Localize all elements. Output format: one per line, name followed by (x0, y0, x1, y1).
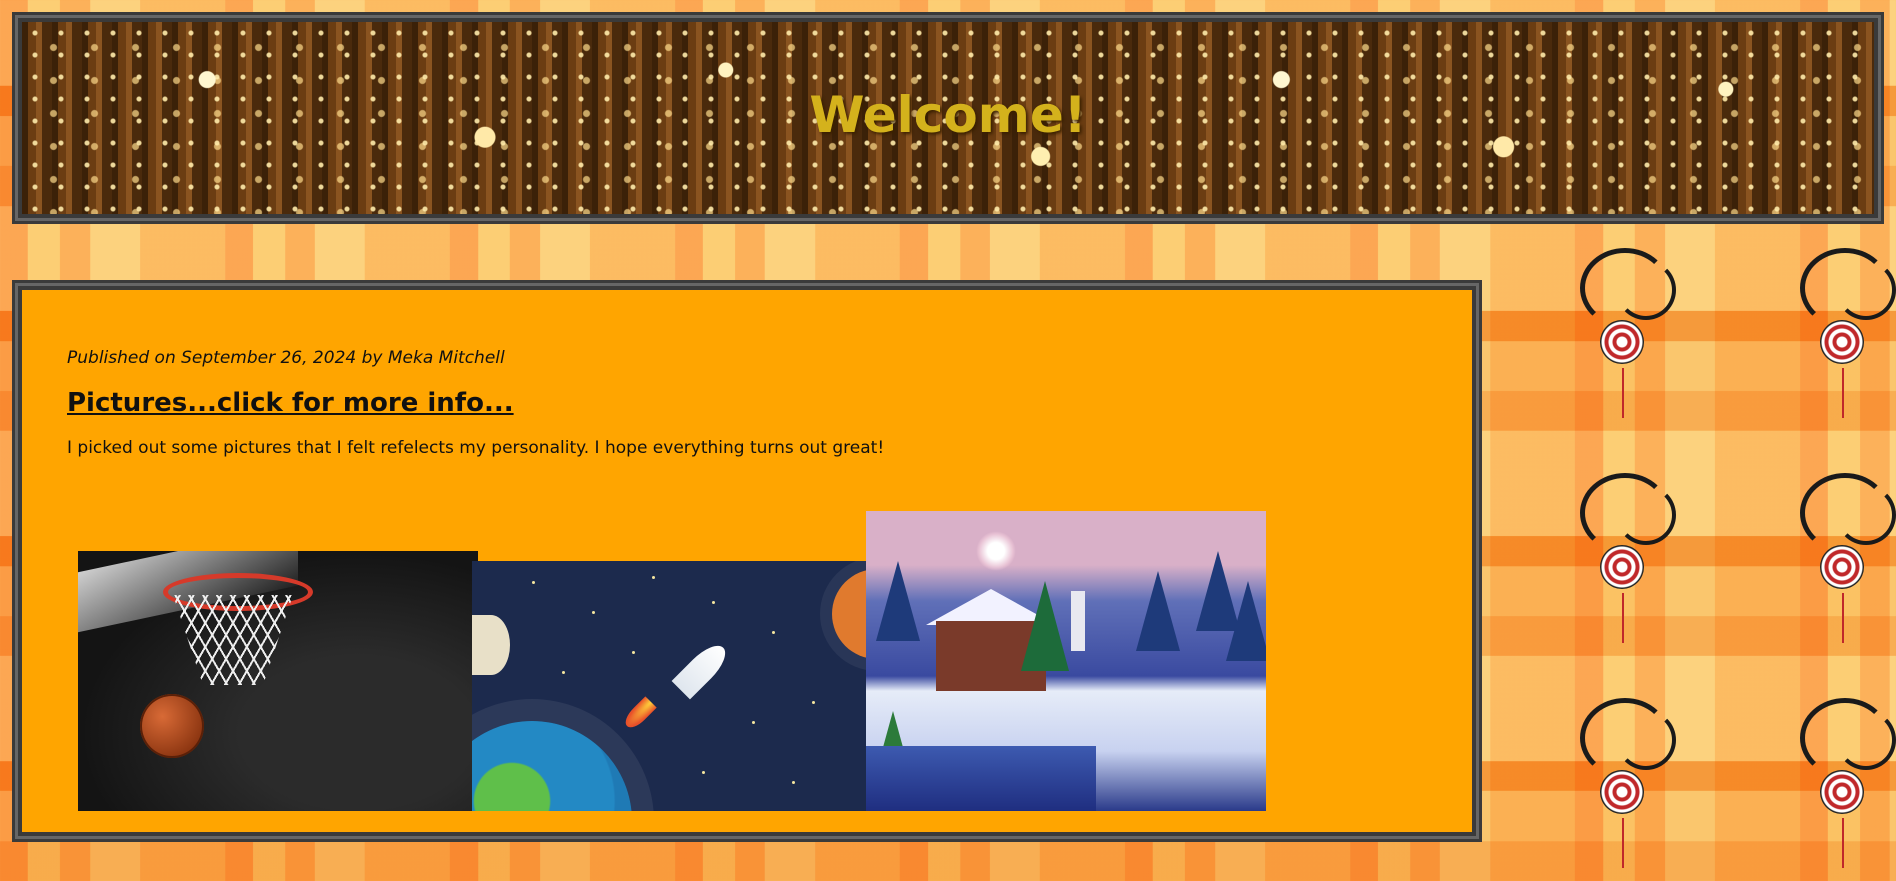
background-ornament (1790, 455, 1896, 655)
post-body: I picked out some pictures that I felt r… (67, 438, 885, 458)
site-header: Welcome! (12, 12, 1884, 224)
page-title: Welcome! (809, 86, 1087, 144)
blog-post: Published on September 26, 2024 by Meka … (12, 280, 1482, 842)
post-title-link[interactable]: Pictures...click for more info... (67, 388, 514, 418)
winter-village-image[interactable] (866, 511, 1266, 811)
background-ornament (1790, 230, 1896, 430)
background-ornament (1570, 455, 1680, 655)
background-ornament (1790, 680, 1896, 880)
rocket-space-image[interactable] (472, 561, 872, 811)
background-ornament (1570, 680, 1680, 880)
basketball-image[interactable] (78, 551, 478, 811)
post-meta: Published on September 26, 2024 by Meka … (67, 348, 505, 368)
background-ornament (1570, 230, 1680, 430)
